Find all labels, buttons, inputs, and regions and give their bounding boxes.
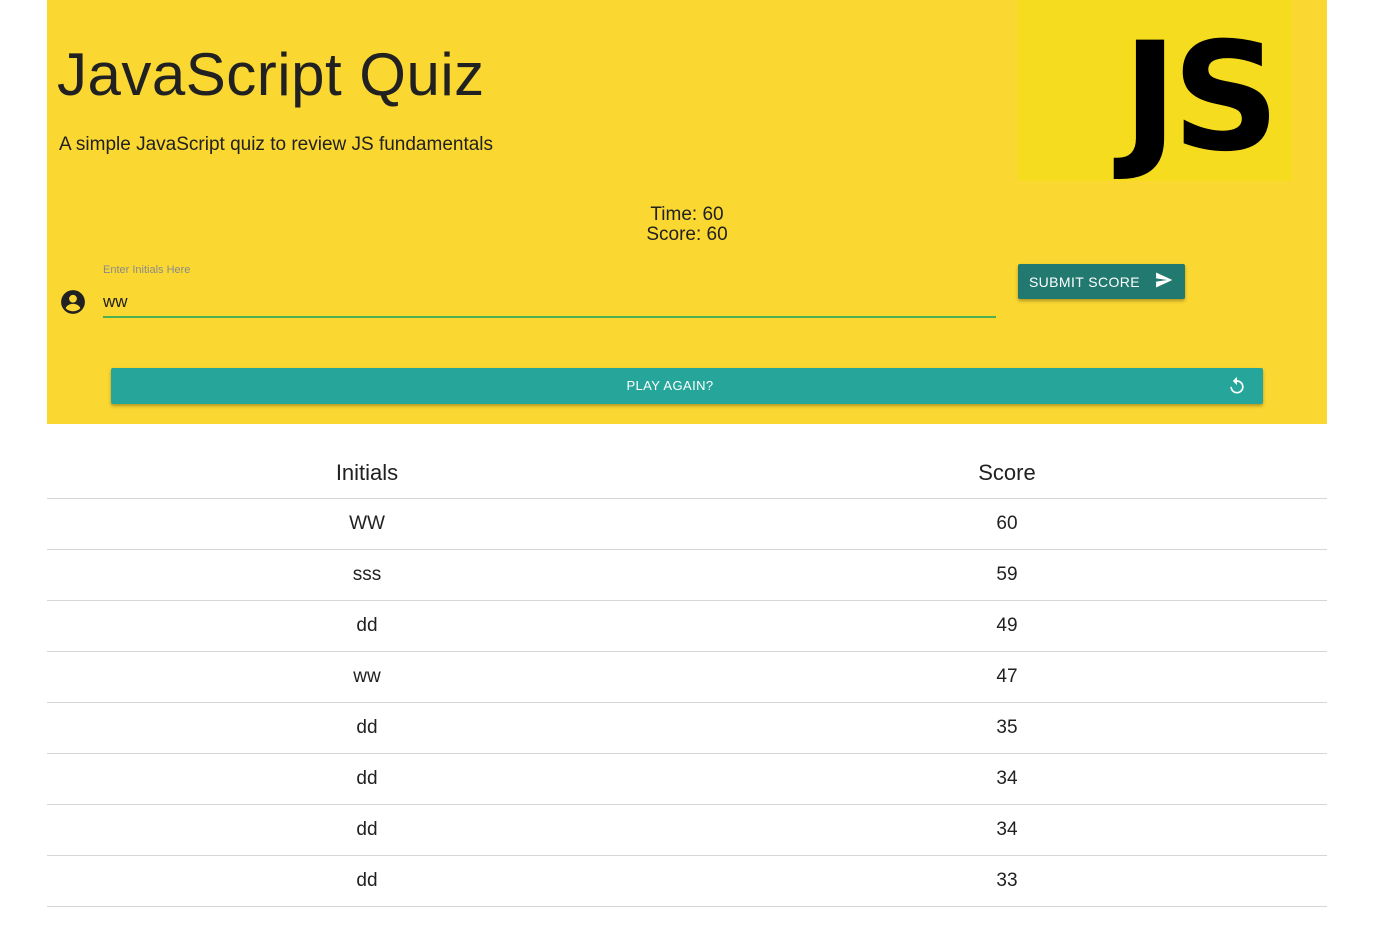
scoreboard-table: Initials Score WW 60 sss 59 dd 49 ww 47: [47, 447, 1327, 907]
js-logo: JS: [1018, 0, 1292, 181]
table-row: WW 60: [47, 498, 1327, 550]
row-score: 59: [687, 549, 1327, 601]
row-initials: sss: [47, 549, 687, 601]
score-column-header: Score: [687, 447, 1327, 499]
initials-label: Enter Initials Here: [103, 264, 191, 276]
replay-icon: [1227, 376, 1247, 396]
play-again-button[interactable]: PLAY AGAIN?: [111, 368, 1263, 404]
row-score: 34: [687, 804, 1327, 856]
table-row: dd 33: [47, 855, 1327, 907]
row-score: 60: [687, 498, 1327, 550]
time-display: Time: 60: [650, 204, 724, 225]
scoreboard-header-row: Initials Score: [47, 447, 1327, 499]
table-row: dd 34: [47, 804, 1327, 856]
row-score: 34: [687, 753, 1327, 805]
send-icon: [1154, 270, 1174, 293]
page-subtitle: A simple JavaScript quiz to review JS fu…: [59, 134, 494, 155]
page-title: JavaScript Quiz: [57, 41, 485, 108]
submit-score-label: SUBMIT SCORE: [1028, 273, 1141, 290]
row-score: 47: [687, 651, 1327, 703]
row-score: 33: [687, 855, 1327, 907]
account-circle-icon: [60, 289, 86, 315]
table-row: dd 49: [47, 600, 1327, 652]
table-row: dd 35: [47, 702, 1327, 754]
submit-score-button[interactable]: SUBMIT SCORE: [1018, 264, 1185, 299]
row-initials: dd: [47, 702, 687, 754]
page-container: JavaScript Quiz A simple JavaScript quiz…: [47, 0, 1327, 907]
row-initials: dd: [47, 804, 687, 856]
row-initials: dd: [47, 753, 687, 805]
row-initials: WW: [47, 498, 687, 550]
table-row: sss 59: [47, 549, 1327, 601]
row-initials: dd: [47, 600, 687, 652]
row-initials: dd: [47, 855, 687, 907]
js-logo-text: JS: [1122, 11, 1280, 185]
table-row: ww 47: [47, 651, 1327, 703]
initials-column-header: Initials: [47, 447, 687, 499]
play-again-label: PLAY AGAIN?: [626, 378, 714, 393]
row-initials: ww: [47, 651, 687, 703]
initials-input[interactable]: [103, 288, 996, 318]
row-score: 49: [687, 600, 1327, 652]
table-row: dd 34: [47, 753, 1327, 805]
score-display: Score: 60: [646, 224, 728, 245]
row-score: 35: [687, 702, 1327, 754]
quiz-header: JavaScript Quiz A simple JavaScript quiz…: [47, 0, 1327, 424]
